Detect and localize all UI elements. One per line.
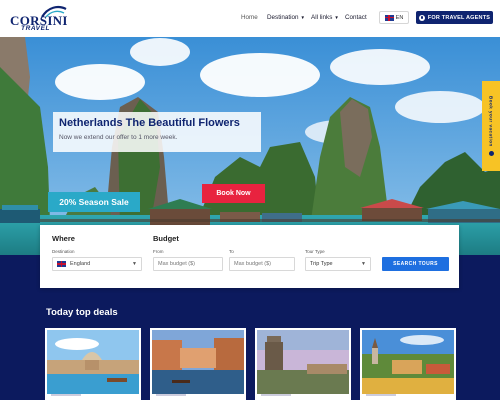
hero-subtitle: Now we extend our offer to 1 more week. xyxy=(59,134,178,141)
where-heading: Where xyxy=(52,234,75,243)
nav-all-links[interactable]: All links ▼ xyxy=(311,14,339,21)
nav-destination-label: Destination xyxy=(267,14,299,21)
chevron-down-icon: ▼ xyxy=(334,14,339,20)
chevron-down-icon: ▼ xyxy=(132,261,137,267)
nav-home[interactable]: Home xyxy=(241,14,258,21)
calendar-icon xyxy=(488,150,494,156)
destination-label: Destination xyxy=(52,249,75,254)
chevron-down-icon: ▼ xyxy=(361,261,366,267)
budget-from-input[interactable]: Max budget ($) xyxy=(153,257,223,271)
deal-card-caption xyxy=(156,394,186,396)
travel-agents-button[interactable]: FOR TRAVEL AGENTS xyxy=(416,11,493,24)
budget-to-input[interactable]: Max budget ($) xyxy=(229,257,295,271)
deal-card-1[interactable] xyxy=(45,328,141,400)
nav-destination[interactable]: Destination ▼ xyxy=(267,14,305,21)
language-selector[interactable]: EN xyxy=(379,11,409,24)
uk-flag-icon xyxy=(384,14,394,21)
language-label: EN xyxy=(395,14,404,21)
deal-image-canal xyxy=(152,330,244,394)
deal-card-2[interactable] xyxy=(150,328,246,400)
uk-flag-icon xyxy=(57,261,66,267)
book-vacation-side-tab[interactable]: Book your vacation xyxy=(482,81,500,171)
destination-value: England xyxy=(70,261,91,267)
book-now-button[interactable]: Book Now xyxy=(202,184,265,203)
logo-subtext: TRAVEL xyxy=(21,25,51,32)
deal-card-caption xyxy=(51,394,81,396)
hero-banner: Netherlands The Beautiful Flowers Now we… xyxy=(0,37,500,255)
from-label: From xyxy=(153,249,164,254)
hero-title: Netherlands The Beautiful Flowers xyxy=(59,117,240,129)
tour-search-form: Where Budget Destination England ▼ From … xyxy=(40,225,459,288)
deal-card-caption xyxy=(366,394,396,396)
tour-type-value: Trip Type xyxy=(310,261,333,267)
chevron-down-icon: ▼ xyxy=(300,14,305,20)
deals-section-title: Today top deals xyxy=(46,307,118,318)
deal-card-3[interactable] xyxy=(255,328,351,400)
deal-card-4[interactable] xyxy=(360,328,456,400)
season-sale-badge: 20% Season Sale xyxy=(48,192,140,212)
travel-agents-label: FOR TRAVEL AGENTS xyxy=(427,14,491,21)
nav-all-links-label: All links xyxy=(311,14,333,21)
tour-type-label: Tour Type xyxy=(305,249,325,254)
tour-type-select[interactable]: Trip Type ▼ xyxy=(305,257,371,271)
site-logo[interactable]: CORSINI TRAVEL xyxy=(6,3,67,34)
to-label: To xyxy=(229,249,234,254)
deal-image-village xyxy=(362,330,454,394)
side-tab-label: Book your vacation xyxy=(488,96,494,147)
site-header: CORSINI TRAVEL Home Destination ▼ All lin… xyxy=(0,0,500,37)
destination-select[interactable]: England ▼ xyxy=(52,257,142,271)
search-tours-button[interactable]: SEARCH TOURS xyxy=(382,257,449,271)
deal-card-caption xyxy=(261,394,291,396)
deal-image-venice xyxy=(47,330,139,394)
user-icon xyxy=(418,14,425,21)
nav-contact[interactable]: Contact xyxy=(345,14,367,21)
budget-heading: Budget xyxy=(153,234,179,243)
deal-image-monument xyxy=(257,330,349,394)
